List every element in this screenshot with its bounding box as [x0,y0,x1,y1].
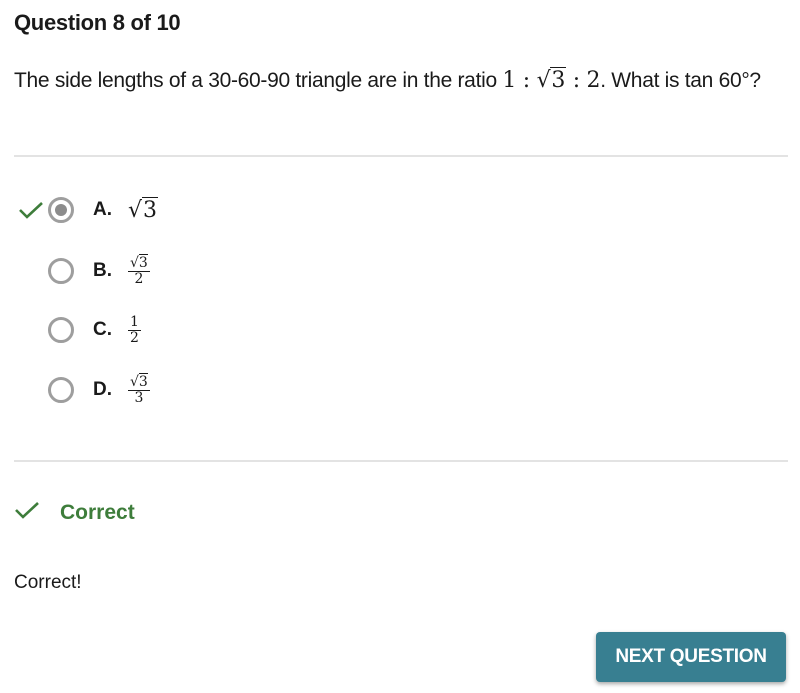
option-letter: B. [93,260,112,281]
ratio-term-3: 2 [586,68,601,93]
ratio-separator: : [566,68,587,93]
radio-d[interactable] [48,377,74,403]
ratio-expression: 1 : √3 : 2 [502,67,601,93]
option-c[interactable]: C. 1 2 [0,310,400,350]
checkmark-icon [14,500,40,525]
ratio-term-sqrt: √3 [536,67,567,93]
feedback-explanation: Correct! [14,572,82,593]
radio-b[interactable] [48,258,74,284]
ratio-term-1: 1 [502,68,517,93]
option-b[interactable]: B. √3 2 [0,251,400,291]
question-counter: Question 8 of 10 [14,10,181,35]
ratio-separator: : [516,68,537,93]
option-letter: D. [93,379,112,400]
question-prompt: The side lengths of a 30-60-90 triangle … [14,64,774,97]
option-d[interactable]: D. √3 3 [0,370,400,410]
question-text-before: The side lengths of a 30-60-90 triangle … [14,69,503,92]
feedback-status: Correct [14,500,135,525]
option-a[interactable]: A. √3 [0,190,400,230]
correct-check-icon [16,195,46,225]
option-letter: A. [93,199,112,220]
option-value: 1 2 [128,313,141,346]
feedback-status-label: Correct [60,500,135,524]
radio-c[interactable] [48,317,74,343]
option-letter: C. [93,319,112,340]
next-question-button[interactable]: NEXT QUESTION [596,632,786,682]
option-value: √3 [128,196,159,223]
divider-bottom [14,460,788,462]
question-text-after: . What is tan 60°? [600,69,761,92]
divider-top [14,155,788,157]
option-value: √3 2 [128,253,150,287]
option-value: √3 3 [128,372,150,406]
radio-a-selected[interactable] [48,197,74,223]
